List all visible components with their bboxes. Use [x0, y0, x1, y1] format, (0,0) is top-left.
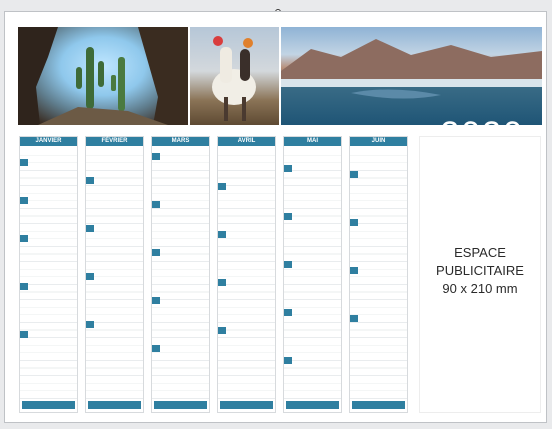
month-column-fevrier: FÉVRIER	[85, 136, 144, 413]
week-number-tab	[284, 261, 292, 268]
week-number-tab	[86, 177, 94, 184]
month-header: JUIN	[350, 137, 407, 146]
advertising-space: ESPACE PUBLICITAIRE 90 x 210 mm	[419, 136, 541, 413]
week-number-tab	[152, 345, 160, 352]
calendar-year: 2020	[440, 115, 524, 125]
day-rows	[350, 148, 407, 399]
week-number-tab	[284, 165, 292, 172]
month-footer	[154, 401, 207, 409]
month-column-janvier: JANVIER	[19, 136, 78, 413]
week-number-tab	[218, 231, 226, 238]
photo-lagoon-mountains: 2020	[281, 27, 542, 125]
week-number-tab	[218, 183, 226, 190]
week-number-tab	[152, 249, 160, 256]
photo-cactus-desert	[18, 27, 188, 125]
week-number-tab	[284, 213, 292, 220]
week-number-tab	[152, 297, 160, 304]
month-footer	[352, 401, 405, 409]
day-rows	[86, 148, 143, 399]
week-number-tab	[284, 357, 292, 364]
week-number-tab	[86, 321, 94, 328]
month-header: AVRIL	[218, 137, 275, 146]
week-number-tab	[350, 315, 358, 322]
advertising-line-2: PUBLICITAIRE	[436, 263, 524, 278]
week-number-tab	[218, 327, 226, 334]
month-header: MARS	[152, 137, 209, 146]
day-rows	[152, 148, 209, 399]
month-footer	[88, 401, 141, 409]
week-number-tab	[284, 309, 292, 316]
month-column-mars: MARS	[151, 136, 210, 413]
month-column-avril: AVRIL	[217, 136, 276, 413]
week-number-tab	[218, 279, 226, 286]
advertising-line-3: 90 x 210 mm	[442, 281, 518, 296]
month-footer	[286, 401, 339, 409]
week-number-tab	[20, 159, 28, 166]
week-number-tab	[20, 283, 28, 290]
month-footer	[22, 401, 75, 409]
day-rows	[284, 148, 341, 399]
photo-llama	[190, 27, 279, 125]
week-number-tab	[20, 331, 28, 338]
day-rows	[218, 148, 275, 399]
advertising-line-1: ESPACE	[454, 245, 506, 260]
month-header: MAI	[284, 137, 341, 146]
week-number-tab	[20, 197, 28, 204]
week-number-tab	[86, 273, 94, 280]
week-number-tab	[152, 201, 160, 208]
week-number-tab	[350, 267, 358, 274]
month-header: FÉVRIER	[86, 137, 143, 146]
week-number-tab	[152, 153, 160, 160]
month-header: JANVIER	[20, 137, 77, 146]
week-number-tab	[350, 171, 358, 178]
month-footer	[220, 401, 273, 409]
month-column-juin: JUIN	[349, 136, 408, 413]
week-number-tab	[86, 225, 94, 232]
month-column-mai: MAI	[283, 136, 342, 413]
day-rows	[20, 148, 77, 399]
week-number-tab	[20, 235, 28, 242]
week-number-tab	[350, 219, 358, 226]
